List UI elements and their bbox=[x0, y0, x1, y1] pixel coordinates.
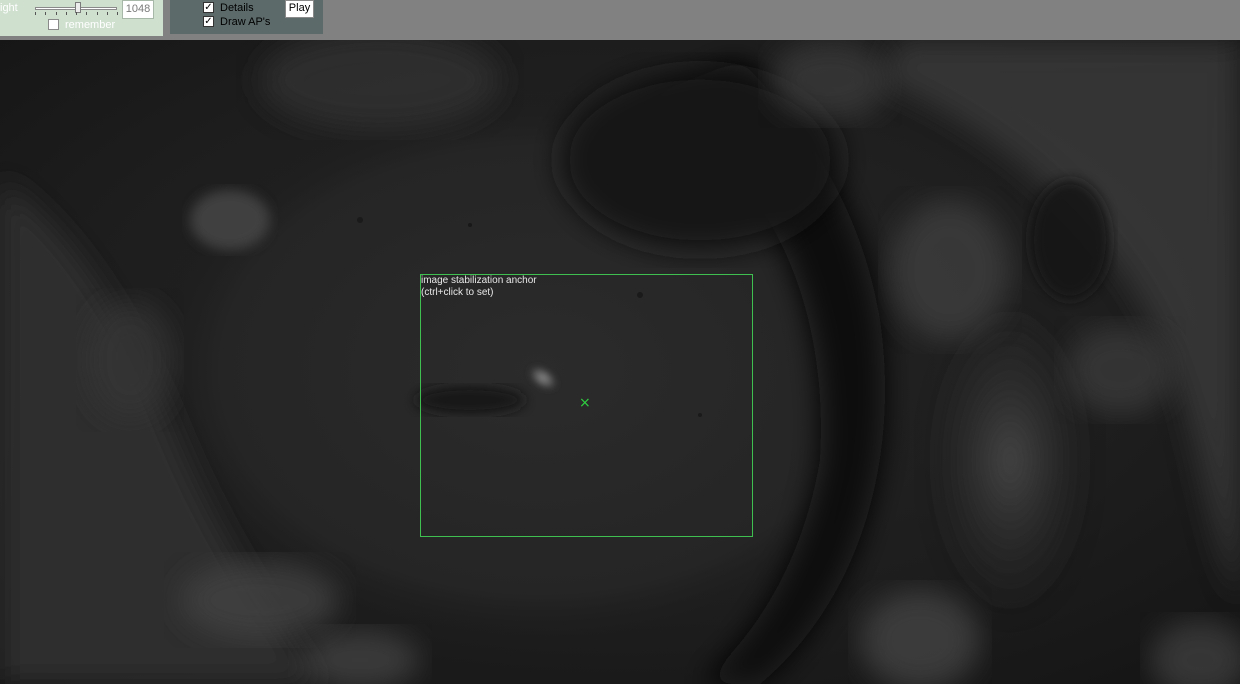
slider-tick bbox=[65, 12, 67, 15]
slider-tick bbox=[96, 12, 98, 15]
check-icon: ✓ bbox=[204, 16, 213, 27]
slider-tick bbox=[45, 12, 47, 15]
check-icon: ✓ bbox=[204, 2, 213, 13]
height-label: ight bbox=[0, 2, 18, 14]
slider-tick bbox=[55, 12, 57, 15]
slider-tick bbox=[106, 12, 108, 15]
height-panel: ight 1048 remember bbox=[0, 0, 163, 36]
slider-tick bbox=[86, 12, 88, 15]
anchor-label-line2: (ctrl+click to set) bbox=[421, 287, 494, 298]
slider-tick bbox=[117, 12, 118, 15]
details-checkbox[interactable]: ✓ bbox=[203, 2, 214, 13]
anchor-label-line1: image stabilization anchor bbox=[421, 275, 537, 286]
height-value[interactable]: 1048 bbox=[122, 0, 154, 19]
toolbar: ight 1048 remember ✓ Details ✓ Draw AP's… bbox=[0, 0, 1240, 40]
slider-tick bbox=[35, 12, 36, 15]
remember-checkbox[interactable] bbox=[48, 19, 59, 30]
draw-aps-label: Draw AP's bbox=[220, 16, 271, 28]
details-label: Details bbox=[220, 2, 254, 14]
image-viewport[interactable]: image stabilization anchor (ctrl+click t… bbox=[0, 40, 1240, 684]
remember-label: remember bbox=[65, 19, 116, 31]
slider-tick bbox=[76, 12, 77, 15]
play-button[interactable]: Play bbox=[285, 0, 314, 18]
draw-aps-checkbox[interactable]: ✓ bbox=[203, 16, 214, 27]
cross-marker-icon: × bbox=[579, 395, 591, 411]
anchor-label: image stabilization anchor (ctrl+click t… bbox=[421, 275, 537, 299]
